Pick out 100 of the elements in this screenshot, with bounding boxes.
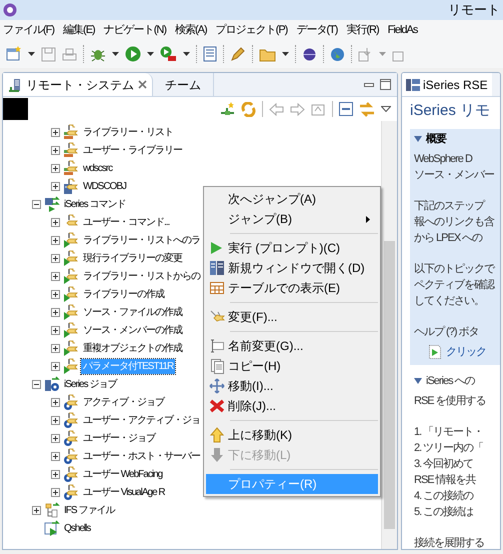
- tree-item[interactable]: ライブラリー・リストへのラ: [81, 232, 202, 248]
- save-icon: [41, 46, 56, 62]
- expand-toggle[interactable]: [414, 136, 422, 142]
- import-icon: [358, 46, 373, 62]
- expand-toggle[interactable]: [51, 326, 60, 334]
- tree-item[interactable]: ユーザー・ジョブ: [81, 430, 157, 446]
- expand-toggle[interactable]: [51, 308, 60, 316]
- menu-item[interactable]: 名前変更(G)...: [206, 336, 378, 356]
- tree-item[interactable]: ライブラリー・リスト: [81, 124, 175, 140]
- tree-item[interactable]: ライブラリー・リストからの: [81, 268, 202, 284]
- scrollbar-thumb[interactable]: [384, 241, 395, 529]
- tree-item[interactable]: ユーザー VisualAge R: [81, 484, 167, 500]
- menu-item[interactable]: テーブルでの表示(E): [206, 278, 378, 298]
- masked-area: [3, 98, 28, 120]
- menu-item[interactable]: 実行(R): [346, 22, 379, 38]
- new-connection-icon[interactable]: [220, 102, 235, 116]
- expand-toggle[interactable]: [51, 398, 60, 406]
- tree-item[interactable]: ソース・メンバーの作成: [81, 322, 184, 338]
- expand-toggle[interactable]: [51, 416, 60, 424]
- tree-item[interactable]: ユーザー WebFacing: [81, 466, 164, 482]
- expand-toggle[interactable]: [51, 218, 60, 226]
- tree-item[interactable]: ソース・ファイルの作成: [81, 304, 184, 320]
- expand-toggle[interactable]: [51, 146, 60, 154]
- run-icon[interactable]: [125, 46, 141, 62]
- expand-toggle[interactable]: [51, 470, 60, 478]
- help-link[interactable]: クリック: [446, 344, 486, 360]
- section-title[interactable]: 概要: [426, 130, 446, 148]
- back-icon: [269, 102, 284, 116]
- tree-item[interactable]: アクティブ・ジョブ: [81, 394, 166, 410]
- collapse-all-icon[interactable]: [339, 102, 353, 116]
- tree-item[interactable]: ユーザー・ライブラリー: [81, 142, 184, 158]
- view-menu-icon[interactable]: [381, 106, 391, 112]
- command-icon: [63, 322, 79, 338]
- expand-toggle[interactable]: [51, 362, 60, 370]
- expand-toggle[interactable]: [414, 378, 422, 384]
- expand-toggle[interactable]: [32, 506, 41, 514]
- menu-item[interactable]: データ(T): [296, 22, 338, 38]
- tree-item[interactable]: ユーザー・アクティブ・ジョ: [81, 412, 202, 428]
- expand-toggle[interactable]: [51, 290, 60, 298]
- dropdown-arrow-icon[interactable]: [282, 52, 289, 56]
- tree-item[interactable]: wdscsrc: [81, 160, 114, 176]
- minimize-icon[interactable]: [364, 82, 374, 86]
- copy-icon: [209, 358, 225, 374]
- menu-item[interactable]: 検索(A): [175, 22, 207, 38]
- command-icon: [63, 250, 79, 266]
- tree-item[interactable]: ユーザー・ホスト・サーバー: [81, 448, 202, 464]
- menu-item[interactable]: ジャンプ(B): [206, 209, 378, 229]
- expand-toggle[interactable]: [51, 182, 60, 190]
- menu-item[interactable]: 削除(J)...: [206, 396, 378, 416]
- expand-toggle[interactable]: [51, 254, 60, 262]
- pencil-icon[interactable]: [230, 46, 246, 62]
- menu-item[interactable]: コピー(H): [206, 356, 378, 376]
- document-icon[interactable]: [203, 46, 217, 62]
- expand-toggle[interactable]: [32, 380, 41, 388]
- expand-toggle[interactable]: [51, 488, 60, 496]
- menu-item[interactable]: 上に移動(K): [206, 425, 378, 445]
- menu-item[interactable]: 移動(I)...: [206, 376, 378, 396]
- dropdown-arrow-icon[interactable]: [112, 52, 119, 56]
- menu-item[interactable]: 変更(F)...: [206, 307, 378, 327]
- folder-icon[interactable]: [259, 46, 276, 62]
- expand-toggle[interactable]: [51, 344, 60, 352]
- tree-item[interactable]: ユーザー・コマンド...: [81, 214, 172, 230]
- tree-item[interactable]: IFS ファイル: [62, 502, 116, 518]
- tree-item[interactable]: ライブラリーの作成: [81, 286, 166, 302]
- view-tab[interactable]: チーム: [153, 73, 214, 96]
- new-icon[interactable]: [6, 46, 22, 62]
- dropdown-arrow-icon[interactable]: [147, 52, 154, 56]
- tree-item[interactable]: Qshells: [62, 520, 92, 536]
- maximize-icon[interactable]: [380, 79, 391, 90]
- expand-toggle[interactable]: [51, 272, 60, 280]
- expand-toggle[interactable]: [32, 200, 41, 208]
- window-title: リモート: [448, 1, 500, 20]
- globe-icon[interactable]: [330, 46, 345, 62]
- expand-toggle[interactable]: [51, 452, 60, 460]
- close-icon[interactable]: [138, 80, 147, 89]
- tree-item[interactable]: 現行ライブラリーの変更: [81, 250, 184, 266]
- sphere-icon[interactable]: [302, 46, 317, 62]
- menu-item[interactable]: 次へジャンプ(A): [206, 189, 378, 209]
- menu-item[interactable]: 新規ウィンドウで開く(D): [206, 258, 378, 278]
- tree-item[interactable]: 重複オブジェクトの作成: [81, 340, 184, 356]
- menu-item[interactable]: ファイル(F): [3, 22, 54, 38]
- menu-item[interactable]: 実行 (プロンプト)(C): [206, 238, 378, 258]
- scrollbar[interactable]: [381, 121, 397, 549]
- tree-item[interactable]: iSeries コマンド: [62, 196, 128, 212]
- menu-item[interactable]: 編集(E): [63, 22, 95, 38]
- expand-toggle[interactable]: [51, 128, 60, 136]
- view-tab[interactable]: リモート・システム: [3, 73, 153, 96]
- menu-item[interactable]: ナビゲート(N): [104, 22, 166, 38]
- view-tab[interactable]: iSeries RSE: [402, 73, 492, 96]
- tree-item[interactable]: WDSCOBJ: [81, 178, 128, 194]
- dropdown-arrow-icon[interactable]: [183, 52, 190, 56]
- expand-toggle[interactable]: [51, 236, 60, 244]
- dropdown-arrow-icon[interactable]: [28, 52, 35, 56]
- tree-item[interactable]: iSeries ジョブ: [62, 376, 118, 392]
- expand-toggle[interactable]: [51, 164, 60, 172]
- menu-item[interactable]: プロジェクト(P): [216, 22, 288, 38]
- menu-item[interactable]: FieldAs: [388, 22, 418, 38]
- expand-toggle[interactable]: [51, 434, 60, 442]
- section-title[interactable]: iSeries への: [426, 372, 475, 390]
- external-tools-icon[interactable]: [160, 46, 177, 62]
